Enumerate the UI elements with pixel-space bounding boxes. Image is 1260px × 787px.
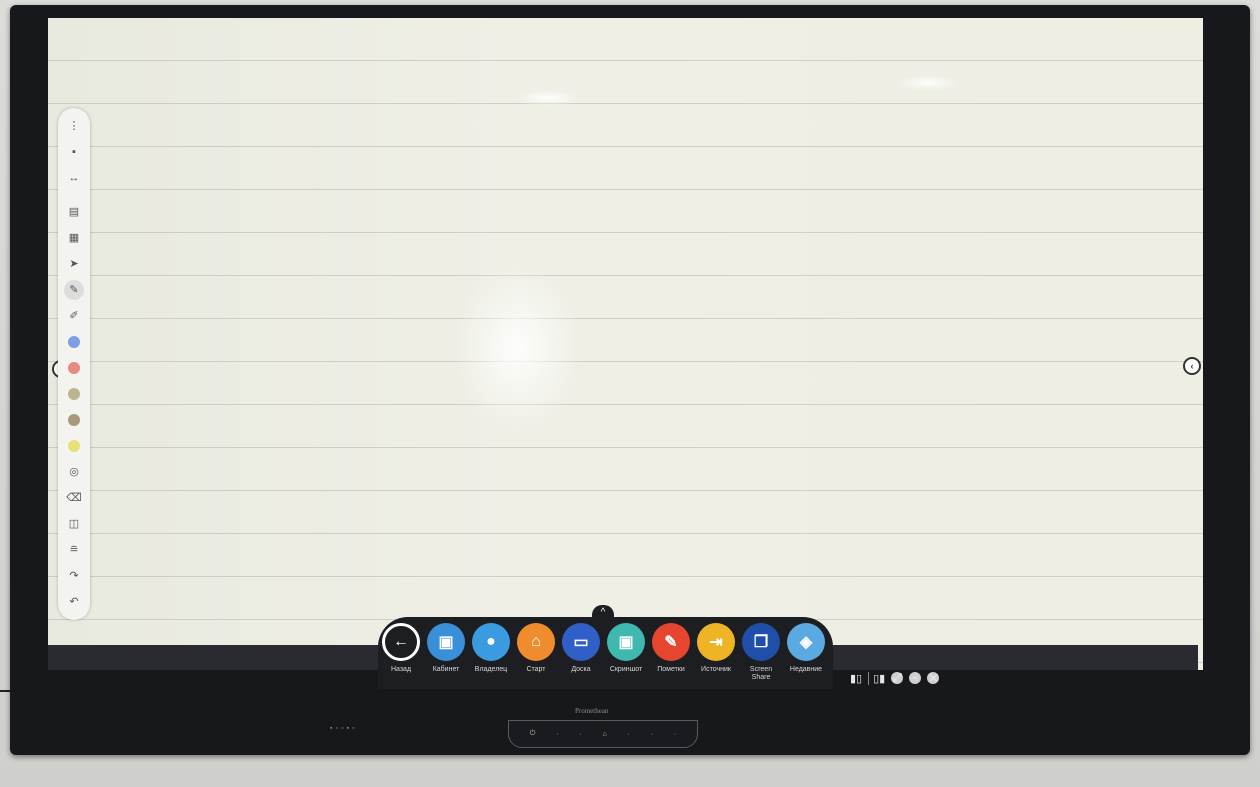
shapes-icon[interactable]: ◫	[64, 514, 84, 534]
recent-icon: ◈	[787, 623, 825, 661]
screenshot-icon: ▣	[607, 623, 645, 661]
dock-item[interactable]: ⌂ Старт	[513, 623, 559, 674]
whiteboard-canvas[interactable]	[48, 18, 1203, 670]
select-pointer-icon[interactable]: ➤	[64, 254, 84, 274]
page-add-icon[interactable]: ▦	[64, 228, 84, 248]
front-panel-indicators: ▪▫▫▪▫	[330, 725, 358, 732]
back-icon: ←	[382, 623, 420, 661]
home-icon: ⌂	[517, 623, 555, 661]
dock-item[interactable]: ▭ Доска	[558, 623, 604, 674]
source-icon: ⇥	[697, 623, 735, 661]
dock-item-label: Screen Share	[749, 666, 773, 681]
left-toolbar: ⋮ ▪ ↔ ▤ ▦ ➤ ✎ ✐ ◎ ⌫ ◫ ≘ ↷ ↶	[58, 108, 90, 620]
brand-logo: Promethean	[575, 707, 609, 715]
undo-icon[interactable]: ↶	[64, 592, 84, 612]
color-swatch[interactable]	[64, 436, 84, 456]
dock-item[interactable]: ✎ Пометки	[648, 623, 694, 674]
hardware-dot-icon: ·	[650, 730, 654, 738]
minimize-icon[interactable]: –	[909, 672, 922, 684]
power-button-icon[interactable]: ⏻	[530, 730, 536, 738]
hardware-dot-icon: ·	[627, 730, 630, 738]
dock-item-label: Кабинет	[432, 666, 460, 673]
redo-icon[interactable]: ↷	[64, 566, 84, 586]
dock-item-label: Назад	[390, 666, 412, 673]
pen-icon[interactable]: ✎	[64, 280, 84, 300]
close-icon[interactable]: ✕	[927, 672, 940, 685]
highlighter-icon[interactable]: ✐	[64, 306, 84, 326]
color-swatch-dot	[68, 414, 80, 426]
split-left-icon[interactable]: ▮▯	[850, 672, 862, 685]
whiteboard-icon: ▭	[562, 623, 600, 661]
dock-item[interactable]: ← Назад	[378, 623, 424, 674]
dock-item[interactable]: ▣ Скриншот	[603, 623, 649, 674]
more-menu-icon[interactable]: ⋮	[64, 116, 84, 136]
color-swatch[interactable]	[64, 384, 84, 404]
save-icon[interactable]: ▪	[64, 142, 84, 162]
color-picker-icon[interactable]: ◎	[64, 462, 84, 482]
pages-icon[interactable]: ▤	[64, 202, 84, 222]
dock-item-label: Скриншот	[609, 666, 643, 673]
owner-icon: ●	[472, 623, 510, 661]
dock-item-label: Старт	[526, 666, 546, 673]
hardware-dot-icon: ·	[579, 730, 582, 738]
hardware-button-panel: ⏻ · · ⌂ · · ·	[508, 720, 698, 748]
fullscreen-icon[interactable]: ⤢	[891, 672, 904, 684]
launcher-dock: ← Назад ▣ Кабинет ● Владелец ⌂ Старт ▭ Доска ▣ Скри…	[378, 617, 833, 689]
dock-item[interactable]: ❐ Screen Share	[738, 623, 784, 682]
cabinet-icon: ▣	[427, 623, 465, 661]
dock-item[interactable]: ▣ Кабинет	[423, 623, 469, 674]
color-swatch-dot	[68, 388, 80, 400]
hardware-dot-icon: ·	[673, 730, 677, 738]
dock-item-label: Источник	[701, 666, 731, 673]
right-edge-expand-icon[interactable]: ‹	[1183, 357, 1201, 375]
color-swatch-dot	[68, 336, 80, 348]
dock-item-label: Владелец	[474, 666, 508, 673]
home-hardware-button-icon[interactable]: ⌂	[602, 731, 606, 738]
dock-item-label: Недавние	[789, 666, 823, 673]
color-swatch[interactable]	[64, 332, 84, 352]
color-swatch-dot	[68, 362, 80, 374]
color-swatch[interactable]	[64, 410, 84, 430]
fit-width-icon[interactable]: ↔	[64, 168, 84, 188]
dock-item[interactable]: ◈ Недавние	[783, 623, 829, 674]
hardware-dot-icon: ·	[556, 730, 559, 738]
color-swatch[interactable]	[64, 358, 84, 378]
annotate-icon: ✎	[652, 623, 690, 661]
dock-item[interactable]: ⇥ Источник	[693, 623, 739, 674]
dock-item[interactable]: ● Владелец	[468, 623, 514, 674]
layers-icon[interactable]: ≘	[64, 540, 84, 560]
screen-share-icon: ❐	[742, 623, 780, 661]
eraser-icon[interactable]: ⌫	[64, 488, 84, 508]
window-controls-tray: ▮▯ ▯▮ ⤢ – ✕	[850, 670, 945, 686]
dock-item-label: Пометки	[657, 666, 685, 673]
split-right-icon[interactable]: ▯▮	[868, 671, 885, 685]
color-swatch-dot	[68, 440, 80, 452]
dock-item-label: Доска	[571, 666, 591, 673]
